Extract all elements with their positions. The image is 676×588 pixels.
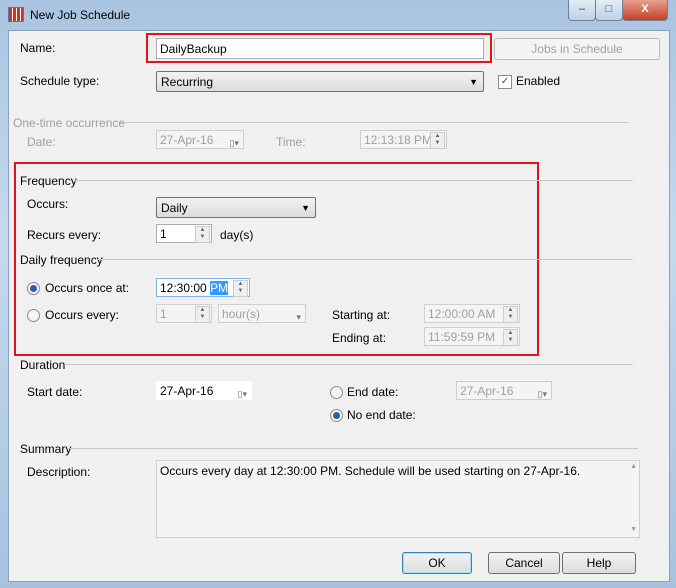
one-time-date-value: 27-Apr-16 [160, 133, 214, 147]
enabled-label: Enabled [516, 74, 561, 88]
dropdown-arrow-icon: ▾ [296, 312, 301, 322]
every-value: 1 [160, 307, 167, 321]
once-time-value: 12:30:00 [160, 281, 207, 295]
ok-button[interactable]: OK [402, 552, 472, 574]
maximize-button[interactable]: □ [595, 0, 623, 21]
summary-header: Summary [20, 442, 72, 456]
daily-frequency-header: Daily frequency [20, 253, 103, 267]
start-date-label: Start date: [27, 385, 83, 399]
divider [66, 364, 633, 365]
once-ampm-selected: PM [210, 281, 229, 295]
end-date-value: 27-Apr-16 [460, 384, 514, 398]
one-time-time-field[interactable]: 12:13:18 PM ▲ ▼ [360, 130, 447, 149]
occurs-select[interactable]: Daily ▼ [156, 197, 316, 218]
minimize-button[interactable]: – [568, 0, 596, 21]
one-time-time-value: 12:13:18 PM [364, 133, 433, 147]
schedule-type-select[interactable]: Recurring ▼ [156, 71, 484, 92]
occurs-once-label: Occurs once at: [45, 281, 130, 295]
scroll-down-icon[interactable]: ▼ [630, 526, 637, 533]
divider [120, 122, 628, 123]
no-end-date-label: No end date: [347, 408, 416, 422]
date-label: Date: [27, 135, 56, 149]
frequency-header: Frequency [20, 174, 77, 188]
occurs-once-radio[interactable] [27, 282, 40, 295]
time-label: Time: [276, 135, 306, 149]
end-date-label: End date: [347, 385, 399, 399]
starting-at-label: Starting at: [332, 308, 391, 322]
divider [70, 448, 638, 449]
schedule-type-label: Schedule type: [20, 74, 100, 88]
occurs-value: Daily [161, 201, 188, 215]
help-button[interactable]: Help [562, 552, 636, 574]
starting-at-field[interactable]: 12:00:00 AM ▲ ▼ [424, 304, 520, 323]
name-label: Name: [20, 41, 56, 55]
start-date-value: 27-Apr-16 [160, 384, 214, 398]
occurs-every-input[interactable]: 1 ▲ ▼ [156, 304, 212, 323]
calendar-dropdown-icon: ▯▾ [537, 389, 547, 399]
description-text: Occurs every day at 12:30:00 PM. Schedul… [160, 464, 581, 478]
spinner-icon[interactable]: ▲ ▼ [195, 306, 210, 323]
end-date-radio[interactable] [330, 386, 343, 399]
description-textarea[interactable]: Occurs every day at 12:30:00 PM. Schedul… [156, 460, 640, 538]
enabled-checkbox[interactable]: ✓ [498, 75, 512, 89]
occurs-every-unit-select[interactable]: hour(s) ▾ [218, 304, 306, 323]
calendar-dropdown-icon[interactable]: ▯▾ [238, 385, 247, 404]
spinner-icon[interactable]: ▲ ▼ [503, 329, 518, 346]
window-title: New Job Schedule [30, 8, 131, 22]
divider [75, 180, 633, 181]
ending-at-field[interactable]: 11:59:59 PM ▲ ▼ [424, 327, 520, 346]
occurs-label: Occurs: [27, 197, 69, 211]
calendar-app-icon [8, 7, 24, 22]
spinner-icon[interactable]: ▲ ▼ [430, 132, 445, 149]
recurs-value: 1 [160, 227, 167, 241]
scroll-up-icon[interactable]: ▲ [630, 463, 637, 470]
every-unit-value: hour(s) [222, 307, 261, 321]
dropdown-arrow-icon: ▼ [469, 77, 478, 87]
schedule-type-value: Recurring [161, 75, 214, 89]
occurs-once-time-field[interactable]: 12:30:00 PM ▲ ▼ [156, 278, 250, 297]
calendar-dropdown-icon: ▯▾ [229, 138, 239, 148]
cancel-button[interactable]: Cancel [488, 552, 560, 574]
description-label: Description: [27, 465, 91, 479]
end-time-value: 11:59:59 PM [428, 330, 496, 344]
spinner-icon[interactable]: ▲ ▼ [233, 280, 248, 297]
occurs-every-radio[interactable] [27, 309, 40, 322]
name-input[interactable]: DailyBackup [156, 38, 484, 59]
recurs-every-input[interactable]: 1 ▲ ▼ [156, 224, 212, 243]
duration-header: Duration [20, 358, 66, 372]
dropdown-arrow-icon: ▼ [301, 203, 310, 213]
jobs-in-schedule-button[interactable]: Jobs in Schedule [494, 38, 660, 60]
start-time-value: 12:00:00 AM [428, 307, 496, 321]
start-date-field[interactable]: 27-Apr-16 ▯▾ [156, 381, 252, 400]
ending-at-label: Ending at: [332, 331, 387, 345]
divider [97, 259, 633, 260]
no-end-date-radio[interactable] [330, 409, 343, 422]
spinner-icon[interactable]: ▲ ▼ [195, 226, 210, 243]
occurs-every-label: Occurs every: [45, 308, 120, 322]
close-button[interactable]: X [622, 0, 668, 21]
one-time-header: One-time occurrence [13, 116, 126, 130]
spinner-icon[interactable]: ▲ ▼ [503, 306, 518, 323]
recurs-every-label: Recurs every: [27, 228, 102, 242]
end-date-field[interactable]: 27-Apr-16 ▯▾ [456, 381, 552, 400]
recurs-unit: day(s) [220, 228, 254, 242]
one-time-date-field[interactable]: 27-Apr-16 ▯▾ [156, 130, 244, 149]
